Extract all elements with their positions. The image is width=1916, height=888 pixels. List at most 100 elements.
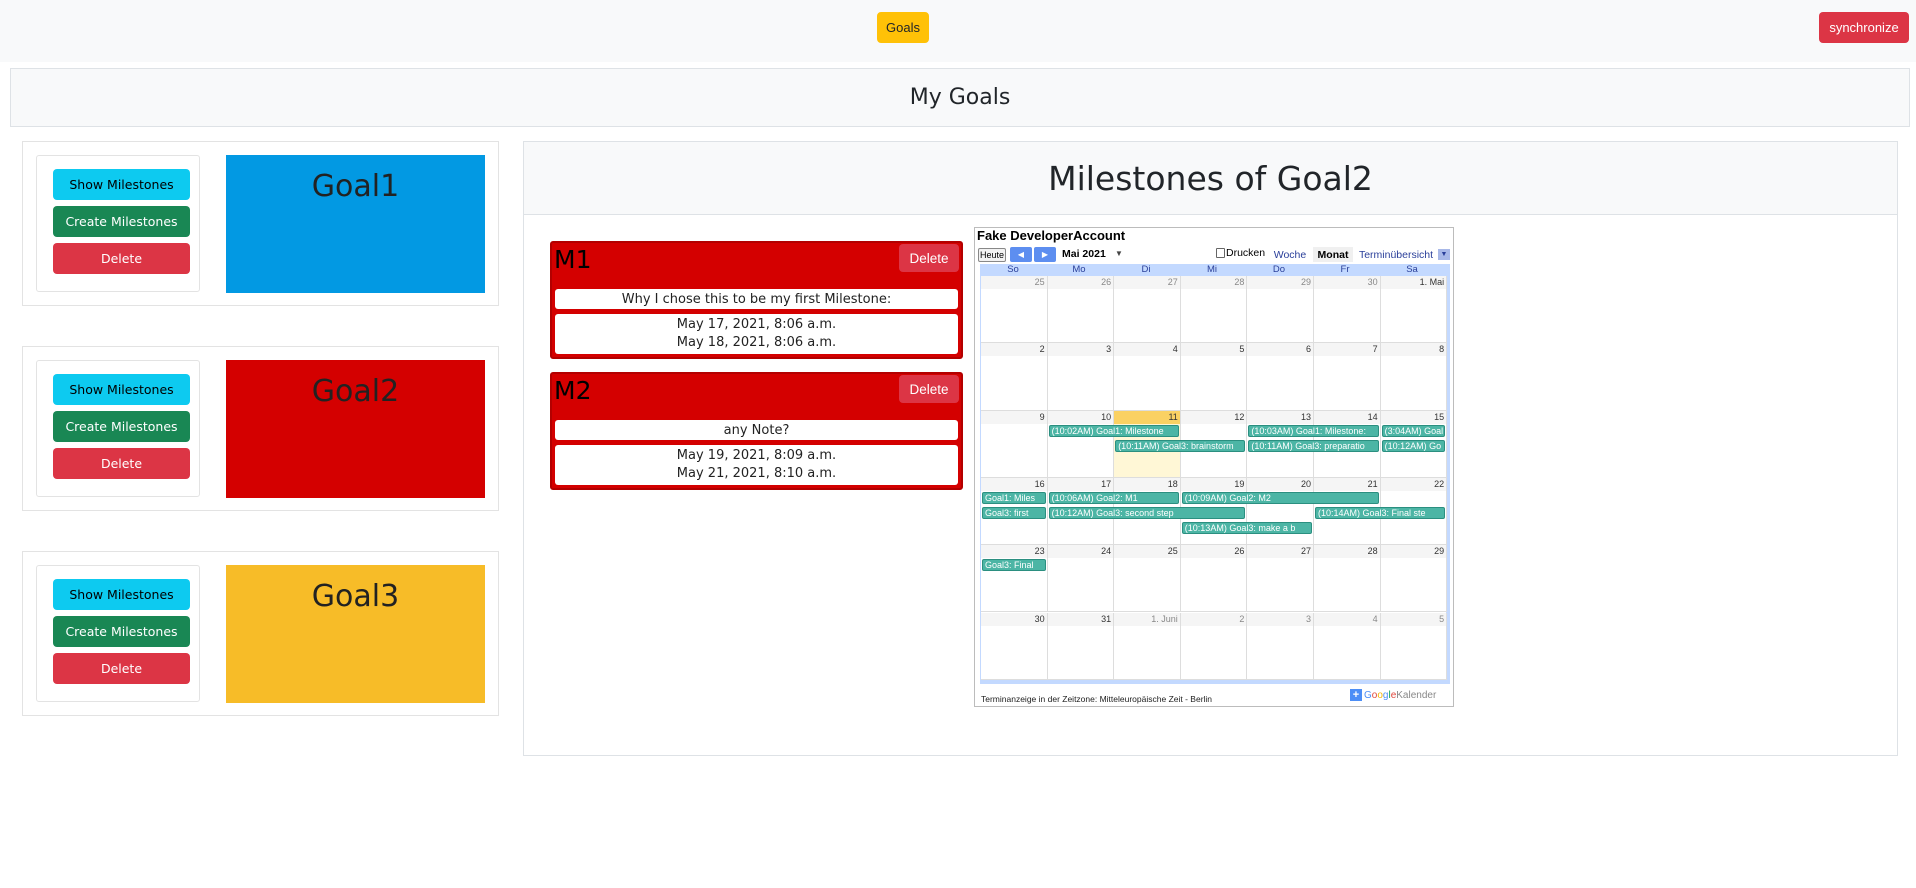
calendar-day-cell[interactable]: 5 (1380, 612, 1448, 680)
day-number-bar (1114, 343, 1180, 357)
milestone-card: M2 Delete any Note? May 19, 2021, 8:09 a… (550, 372, 963, 490)
calendar-day-cell[interactable]: 10 (1047, 410, 1115, 478)
calendar-event[interactable]: Goal3: Final (982, 559, 1046, 572)
plus-icon: + (1350, 689, 1362, 701)
calendar-day-cell[interactable]: 29 (1380, 545, 1448, 613)
goal-tile[interactable]: Goal2 (226, 360, 485, 498)
day-number: 21 (1367, 478, 1378, 489)
calendar-day-cell[interactable]: 5 (1180, 343, 1248, 411)
tab-agenda[interactable]: Terminübersicht (1357, 247, 1435, 262)
day-number-bar (1380, 343, 1447, 357)
delete-goal-button[interactable]: Delete (53, 653, 190, 684)
calendar-day-cell[interactable]: 20 (1247, 477, 1314, 546)
synchronize-button[interactable]: synchronize (1819, 12, 1909, 43)
delete-milestone-button[interactable]: Delete (899, 375, 959, 403)
day-number: 27 (1167, 277, 1178, 287)
calendar-day-cell[interactable]: 25 (981, 276, 1048, 344)
calendar-event[interactable]: (10:02AM) Goal1: Milestone (1048, 424, 1179, 437)
calendar-day-cell[interactable]: 2 (1180, 612, 1248, 680)
calendar-month-grid: So Mo Di Mi Do Fr Sa 25 26 27 28 29 30 1. Mai 2… (980, 264, 1450, 684)
calendar-day-cell[interactable]: 8 (1380, 343, 1448, 411)
calendar-event[interactable]: (10:11AM) Goal3: preparatio (1248, 439, 1379, 452)
calendar-event[interactable]: (10:13AM) Goal3: make a b (1181, 521, 1312, 534)
calendar-event[interactable]: (10:11AM) Goal3: brainstorm (1115, 439, 1246, 452)
calendar-day-cell[interactable]: 3 (1247, 612, 1314, 680)
show-milestones-button[interactable]: Show Milestones (53, 579, 190, 610)
calendar-day-cell[interactable]: 4 (1314, 612, 1381, 680)
calendar-event[interactable]: (10:06AM) Goal2: M1 (1048, 491, 1179, 504)
weekday-header: So Mo Di Mi Do Fr Sa (980, 264, 1450, 276)
calendar-title: Fake DeveloperAccount (977, 228, 1126, 243)
day-number: 27 (1300, 546, 1311, 557)
today-button[interactable]: Heute (978, 248, 1006, 262)
caret-down-icon[interactable]: ▼ (1438, 249, 1450, 260)
calendar-day-cell[interactable]: 26 (1047, 276, 1115, 344)
calendar-day-cell[interactable]: 25 (1114, 545, 1181, 613)
calendar-day-cell[interactable]: 31 (1047, 612, 1115, 680)
show-milestones-button[interactable]: Show Milestones (53, 169, 190, 200)
print-button[interactable]: Drucken (1216, 247, 1265, 259)
day-number: 1. Juni (1151, 613, 1178, 624)
create-milestones-button[interactable]: Create Milestones (53, 206, 190, 237)
calendar-day-cell[interactable]: 26 (1180, 545, 1248, 613)
day-number-bar (1180, 343, 1247, 357)
day-number: 1. Mai (1419, 277, 1445, 287)
goals-nav-button[interactable]: Goals (877, 12, 929, 43)
calendar-event[interactable]: Goal3: first (982, 506, 1046, 519)
calendar-event[interactable]: (3:04AM) Goal (1381, 424, 1446, 437)
gcal-logo-text: GoogleKalender (1364, 689, 1437, 701)
calendar-day-cell[interactable]: 2 (981, 343, 1048, 411)
calendar-day-cell[interactable]: 3 (1047, 343, 1115, 411)
goal-tile[interactable]: Goal1 (226, 155, 485, 293)
calendar-event[interactable]: (10:09AM) Goal2: M2 (1181, 491, 1379, 504)
calendar-day-cell[interactable]: 1. Mai (1380, 276, 1448, 344)
calendar-day-cell[interactable]: 9 (981, 410, 1048, 478)
create-milestones-button[interactable]: Create Milestones (53, 411, 190, 442)
calendar-day-cell[interactable]: 27 (1247, 545, 1314, 613)
calendar-day-cell[interactable]: 24 (1047, 545, 1115, 613)
delete-goal-button[interactable]: Delete (53, 243, 190, 274)
day-number: 26 (1101, 277, 1112, 287)
day-number: 11 (1168, 411, 1178, 422)
day-number-bar (1247, 612, 1313, 626)
calendar-day-cell[interactable]: 6 (1247, 343, 1314, 411)
calendar-day-cell[interactable]: 27 (1114, 276, 1181, 344)
calendar-day-cell[interactable]: 29 (1247, 276, 1314, 344)
tab-month[interactable]: Monat (1313, 247, 1353, 262)
calendar-event[interactable]: (10:14AM) Goal3: Final ste (1315, 506, 1446, 519)
calendar-day-cell[interactable]: 30 (1314, 276, 1381, 344)
chevron-left-icon[interactable]: ◀ (1010, 247, 1032, 262)
google-calendar-logo[interactable]: + GoogleKalender (1350, 689, 1436, 701)
calendar-day-cell[interactable]: 1. Juni (1114, 612, 1181, 680)
day-number-bar (1180, 612, 1247, 626)
calendar-day-cell[interactable]: 23 (981, 545, 1048, 613)
day-number: 29 (1434, 546, 1445, 557)
calendar-day-cell[interactable]: 28 (1314, 545, 1381, 613)
milestones-title: Milestones of Goal2 (524, 142, 1897, 215)
milestone-dates: May 17, 2021, 8:06 a.m. May 18, 2021, 8:… (555, 314, 958, 354)
chevron-right-icon[interactable]: ▶ (1034, 247, 1056, 262)
calendar-day-cell[interactable]: 7 (1314, 343, 1381, 411)
day-number: 30 (1367, 277, 1378, 287)
calendar-event[interactable]: Goal1: Miles (982, 491, 1046, 504)
top-navbar: Goals synchronize (0, 0, 1916, 62)
page-title: My Goals (10, 68, 1910, 127)
calendar-event[interactable]: (10:12AM) Goal3: second step (1048, 506, 1246, 519)
calendar-day-cell[interactable]: 28 (1180, 276, 1248, 344)
milestone-card: M1 Delete Why I chose this to be my firs… (550, 241, 963, 359)
calendar-month-label: Mai 2021 (1062, 248, 1106, 260)
calendar-event[interactable]: (10:03AM) Goal1: Milestone: (1248, 424, 1379, 437)
calendar-event[interactable]: (10:12AM) Go (1381, 439, 1446, 452)
tab-week[interactable]: Woche (1271, 247, 1309, 262)
create-milestones-button[interactable]: Create Milestones (53, 616, 190, 647)
delete-milestone-button[interactable]: Delete (899, 244, 959, 272)
calendar-day-cell[interactable]: 4 (1114, 343, 1181, 411)
calendar-day-cell[interactable]: 30 (981, 612, 1048, 680)
day-number: 7 (1372, 344, 1378, 355)
milestone-name: M1 (554, 245, 592, 274)
goal-tile[interactable]: Goal3 (226, 565, 485, 703)
show-milestones-button[interactable]: Show Milestones (53, 374, 190, 405)
delete-goal-button[interactable]: Delete (53, 448, 190, 479)
caret-down-icon[interactable]: ▼ (1115, 249, 1123, 258)
day-number-bar (1047, 343, 1114, 357)
